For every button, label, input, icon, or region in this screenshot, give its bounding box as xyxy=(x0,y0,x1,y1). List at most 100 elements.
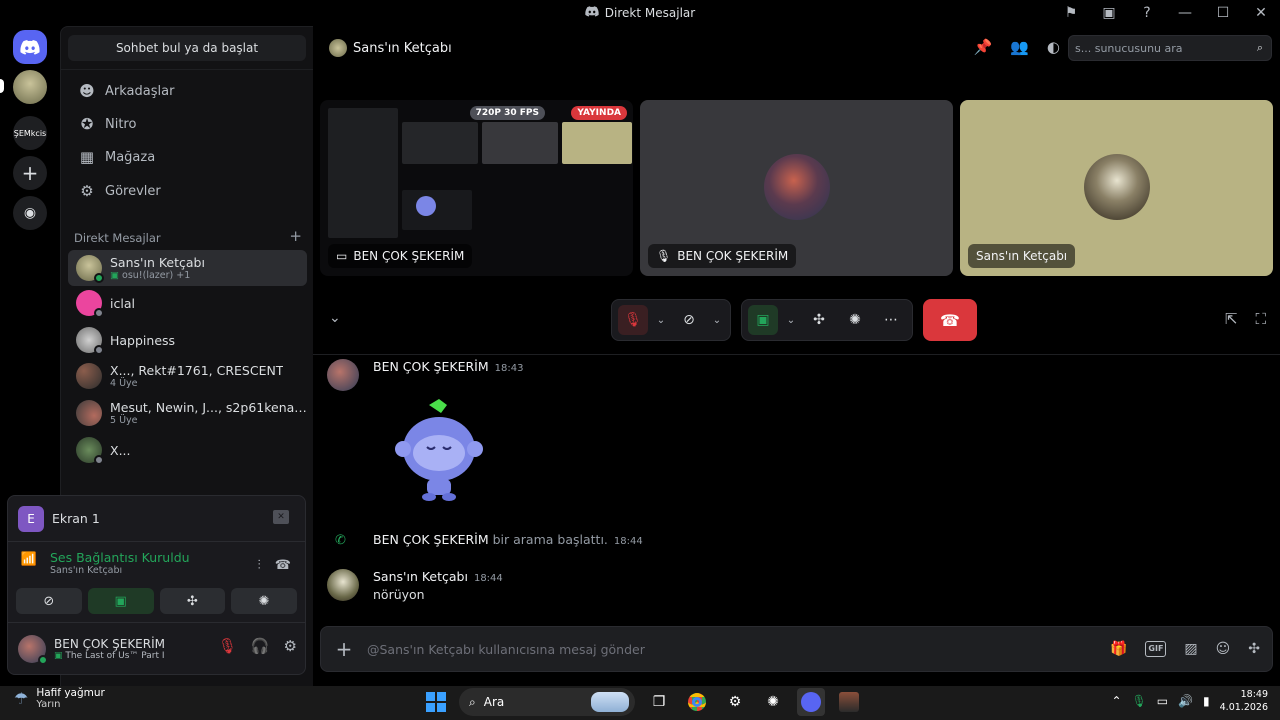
sticker-icon[interactable]: ▨ xyxy=(1184,641,1197,657)
message-input[interactable]: @Sans'ın Ketçabı kullanıcısına mesaj gön… xyxy=(367,642,645,657)
start-button[interactable] xyxy=(423,689,449,715)
discover-icon[interactable]: ◉ xyxy=(13,196,47,230)
search-input[interactable]: s... sunucusunu ara ⌕ xyxy=(1068,35,1272,61)
help-icon[interactable]: ? xyxy=(1128,0,1166,26)
more-icon: ⋯ xyxy=(884,312,898,328)
mute-button[interactable]: 🎙 xyxy=(618,305,648,335)
gif-button[interactable]: GIF xyxy=(1145,641,1167,657)
game-taskbar-icon[interactable] xyxy=(835,688,863,716)
nav-nitro[interactable]: ✪ Nitro xyxy=(69,109,307,139)
taskbar-search[interactable]: ⌕ Ara xyxy=(459,688,635,716)
headphones-icon[interactable]: 🎧 xyxy=(251,637,270,655)
discord-taskbar-icon[interactable] xyxy=(797,688,825,716)
camera-button[interactable]: ⊘ xyxy=(674,305,704,335)
camera-options-chevron-icon[interactable]: ⌄ xyxy=(710,305,724,335)
stream-preview-tile xyxy=(402,122,478,164)
pop-out-icon[interactable]: ⇱ xyxy=(1225,310,1238,328)
message-avatar[interactable] xyxy=(327,359,359,391)
inbox-icon[interactable]: ▣ xyxy=(1090,0,1128,26)
screen-share-icon: ▣ xyxy=(114,593,127,609)
activities-icon: ✣ xyxy=(813,312,825,328)
nav-shop[interactable]: ▦ Mağaza xyxy=(69,142,307,172)
mic-options-chevron-icon[interactable]: ⌄ xyxy=(654,305,668,335)
battery-icon[interactable]: ▮ xyxy=(1203,694,1210,708)
activities-button[interactable]: ✣ xyxy=(804,305,834,335)
title-bar: Direkt Mesajlar ⚑ ▣ ? — ☐ ✕ xyxy=(0,0,1280,26)
message-list: BEN ÇOK ŞEKERİM 18:43 ✆ BEN ÇOK ŞEKERİM b… xyxy=(313,354,1280,624)
soundboard-button[interactable]: ✺ xyxy=(840,305,870,335)
add-server-icon[interactable]: + xyxy=(13,156,47,190)
rail-indicator xyxy=(0,79,4,93)
app-icon-2[interactable]: ✺ xyxy=(759,688,787,716)
search-highlight-image xyxy=(591,692,629,712)
app-icon[interactable]: ⚙ xyxy=(721,688,749,716)
status-indicator xyxy=(38,654,48,665)
tray-chevron-icon[interactable]: ⌃ xyxy=(1111,694,1121,708)
system-message: BEN ÇOK ŞEKERİM bir arama başlattı. 18:44 xyxy=(373,532,643,547)
message-composer[interactable]: + @Sans'ın Ketçabı kullanıcısına mesaj g… xyxy=(320,626,1273,672)
dm-item-iclal[interactable]: iclal xyxy=(68,285,307,321)
microphone-muted-icon: 🎙 xyxy=(624,312,642,328)
user-avatar[interactable] xyxy=(18,634,48,665)
noise-suppression-icon[interactable]: ⫶ xyxy=(258,558,261,573)
activities-button[interactable]: ✣ xyxy=(159,588,226,614)
dm-avatar-shortcut[interactable] xyxy=(13,70,47,104)
collapse-call-icon[interactable]: ⌄ xyxy=(329,310,341,326)
weather-widget[interactable]: ☂ Hafif yağmur Yarın xyxy=(14,687,105,710)
participant-tile[interactable]: 🎙 BEN ÇOK ŞEKERİM xyxy=(640,100,953,276)
screen-share-button[interactable]: ▣ xyxy=(748,305,778,335)
dm-item-happiness[interactable]: Happiness xyxy=(68,322,307,358)
home-button[interactable] xyxy=(13,30,47,64)
screen-share-title: Ekran 1 xyxy=(52,511,100,526)
more-options-button[interactable]: ⋯ xyxy=(876,305,906,335)
flag-icon[interactable]: ⚑ xyxy=(1052,0,1090,26)
dm-item-group-1[interactable]: X..., Rekt#1761, CRESCENT 4 Üye xyxy=(68,358,307,394)
attach-plus-icon[interactable]: + xyxy=(321,637,367,661)
dm-item-sans[interactable]: Sans'ın Ketçabı ▣ osu!(lazer) +1 xyxy=(68,250,307,286)
volume-icon[interactable]: 🔊 xyxy=(1178,694,1193,708)
screen-share-button[interactable]: ▣ xyxy=(87,588,154,614)
server-icon[interactable]: ŞEMkcis xyxy=(13,116,47,150)
close-button[interactable]: ✕ xyxy=(1242,0,1280,26)
apps-icon[interactable]: ✣ xyxy=(1248,641,1260,657)
signal-icon[interactable]: 📶 xyxy=(18,552,40,574)
add-friends-icon[interactable]: 👥 xyxy=(1010,38,1029,56)
pin-icon[interactable]: 📌 xyxy=(974,38,993,56)
screen-icon: ▭ xyxy=(336,249,348,263)
emoji-icon[interactable]: ☺ xyxy=(1216,641,1231,657)
clock[interactable]: 18:49 4.01.2026 xyxy=(1220,688,1268,714)
maximize-button[interactable]: ☐ xyxy=(1204,0,1242,26)
soundboard-button[interactable]: ✺ xyxy=(231,588,297,614)
message-author: Sans'ın Ketçabı 18:44 xyxy=(373,569,503,584)
hang-up-icon: ☎ xyxy=(940,310,960,330)
participant-tile[interactable]: Sans'ın Ketçabı xyxy=(960,100,1273,276)
message-avatar[interactable] xyxy=(327,569,359,601)
task-view-icon[interactable]: ❐ xyxy=(645,688,673,716)
dm-item-x[interactable]: X... xyxy=(68,432,307,468)
gift-icon[interactable]: 🎁 xyxy=(1110,641,1127,657)
microphone-muted-icon[interactable]: 🎙 xyxy=(218,637,237,655)
nav-friends[interactable]: ☻ Arkadaşlar xyxy=(69,76,307,106)
stream-tile[interactable]: 720P 30 FPS YAYINDA ▭ BEN ÇOK ŞEKERİM xyxy=(320,100,633,276)
stop-stream-icon[interactable]: ✕ xyxy=(273,510,289,524)
network-icon[interactable]: ▭ xyxy=(1157,694,1168,708)
create-dm-icon[interactable]: + xyxy=(289,229,302,245)
hang-up-button[interactable]: ☎ xyxy=(923,299,977,341)
camera-off-button[interactable]: ⊘ xyxy=(16,588,82,614)
chrome-icon[interactable] xyxy=(683,688,711,716)
voice-status[interactable]: Ses Bağlantısı Kuruldu xyxy=(50,550,190,565)
status-indicator xyxy=(94,345,104,355)
find-conversation-button[interactable]: Sohbet bul ya da başlat xyxy=(68,35,306,61)
stream-options-chevron-icon[interactable]: ⌄ xyxy=(784,305,798,335)
user-profile-icon[interactable]: ◐ xyxy=(1047,38,1060,56)
minimize-button[interactable]: — xyxy=(1166,0,1204,26)
nav-quests[interactable]: ⚙ Görevler xyxy=(69,176,307,206)
settings-gear-icon[interactable]: ⚙ xyxy=(284,637,297,655)
fullscreen-icon[interactable]: ⛶ xyxy=(1255,310,1266,328)
window-title: Direkt Mesajlar xyxy=(604,6,696,20)
disconnect-icon[interactable]: ☎ xyxy=(275,558,291,573)
avatar xyxy=(76,327,104,355)
dm-item-group-2[interactable]: Mesut, Newin, J..., s2p61kenara 5 Üye xyxy=(68,395,307,431)
microphone-icon[interactable]: 🎙 xyxy=(1132,694,1147,708)
status-indicator xyxy=(94,455,104,465)
